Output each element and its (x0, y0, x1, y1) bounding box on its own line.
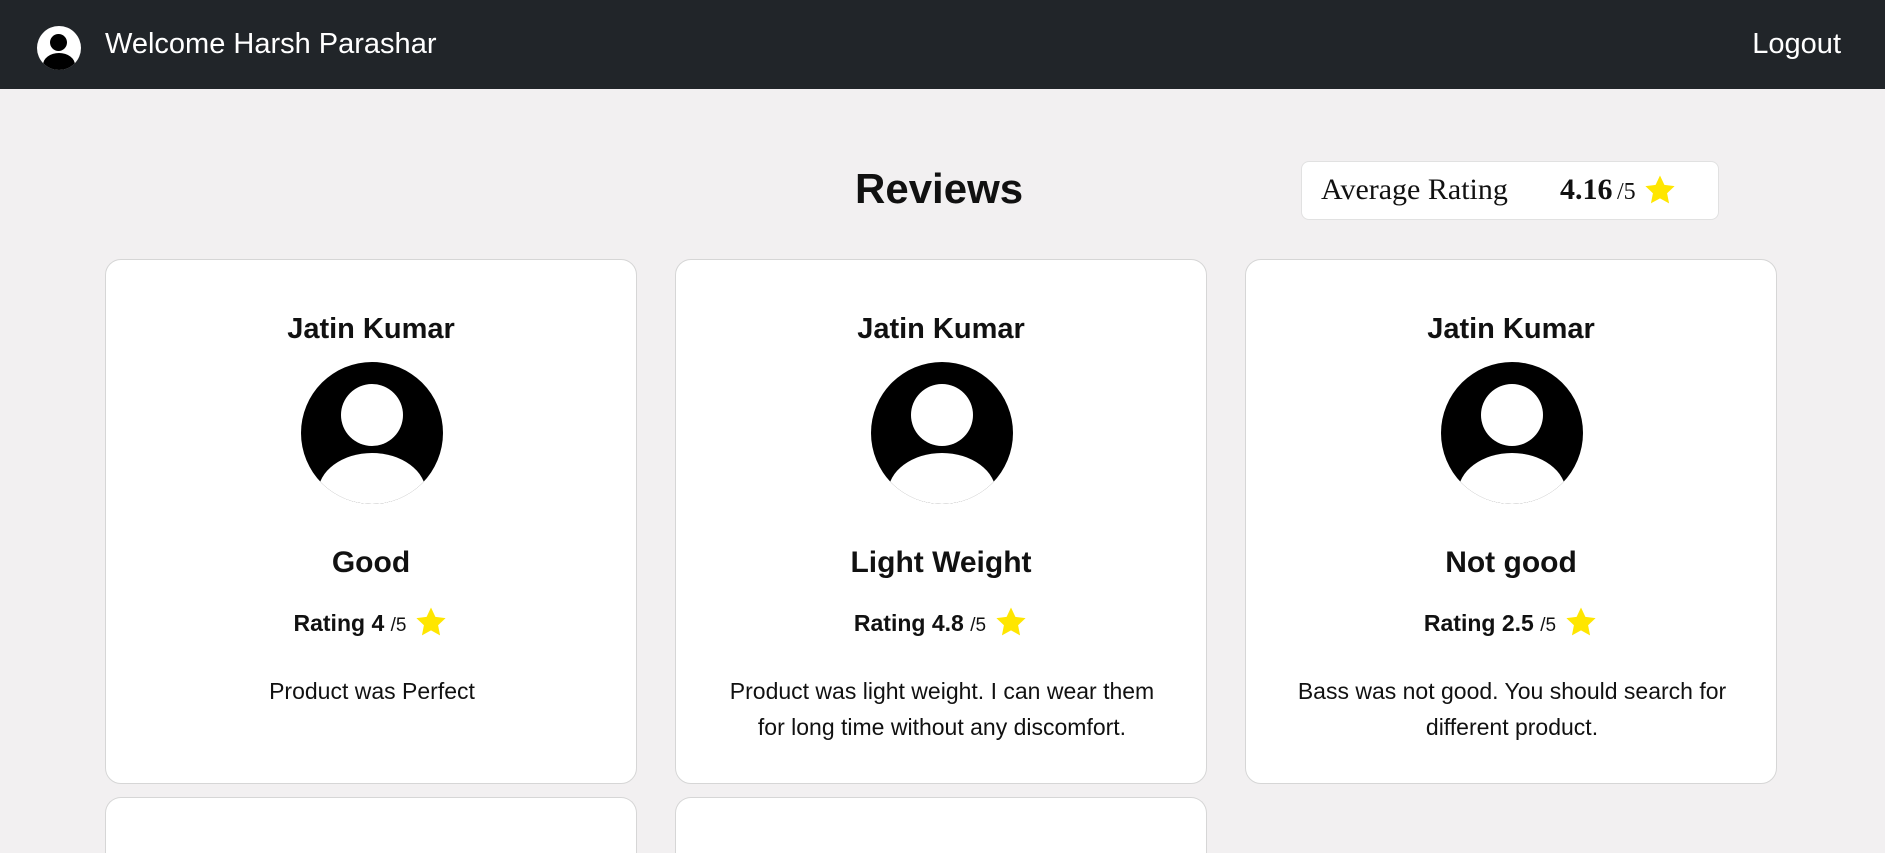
rating-scale: /5 (970, 615, 987, 636)
review-title: Good (331, 546, 411, 579)
review-text: Product was light weight. I can wear the… (729, 678, 1155, 740)
reviewer-avatar-icon (871, 362, 1013, 504)
average-rating-box: Average Rating 4.16 /5 (1301, 161, 1719, 220)
top-navbar: Welcome Harsh Parashar Logout (0, 0, 1885, 89)
star-icon (1566, 607, 1596, 636)
average-rating-label: Average Rating (1321, 173, 1508, 206)
logout-link[interactable]: Logout (1752, 24, 1841, 64)
review-title: Not good (1445, 546, 1577, 579)
review-rating: Rating 2.5 /5 (1246, 605, 1776, 641)
reviewer-avatar-icon (1441, 362, 1583, 504)
page-title: Reviews (855, 165, 1024, 212)
rating-scale: /5 (390, 615, 407, 636)
average-rating-scale: /5 (1617, 179, 1636, 205)
review-card: Jatin Kumar Not good Rating 2.5 /5 Bass … (1245, 259, 1777, 784)
reviewer-name: Jatin Kumar (1427, 313, 1595, 345)
star-icon (996, 607, 1026, 636)
rating-value: Rating 2.5 (1423, 610, 1541, 636)
average-rating-value: 4.16 (1560, 173, 1613, 206)
rating-value: Rating 4.8 (853, 610, 971, 636)
rating-scale: /5 (1540, 615, 1557, 636)
star-icon (416, 607, 447, 636)
review-title: Light Weight (850, 546, 1032, 579)
user-avatar-icon (37, 26, 81, 70)
review-card (675, 797, 1207, 853)
review-card: Jatin Kumar Good Rating 4 /5 Product was… (105, 259, 637, 784)
reviewer-name: Jatin Kumar (287, 313, 455, 345)
review-text: Product was Perfect (269, 678, 475, 704)
star-icon (1645, 175, 1675, 204)
review-card (105, 797, 637, 853)
review-card: Jatin Kumar Light Weight Rating 4.8 /5 P… (675, 259, 1207, 784)
review-rating: Rating 4.8 /5 (676, 605, 1206, 641)
review-text: Bass was not good. You should search for… (1297, 678, 1727, 740)
rating-value: Rating 4 (293, 610, 391, 636)
reviewer-name: Jatin Kumar (857, 313, 1025, 345)
review-rating: Rating 4 /5 (106, 605, 636, 641)
reviewer-avatar-icon (301, 362, 443, 504)
welcome-text: Welcome Harsh Parashar (105, 28, 437, 60)
